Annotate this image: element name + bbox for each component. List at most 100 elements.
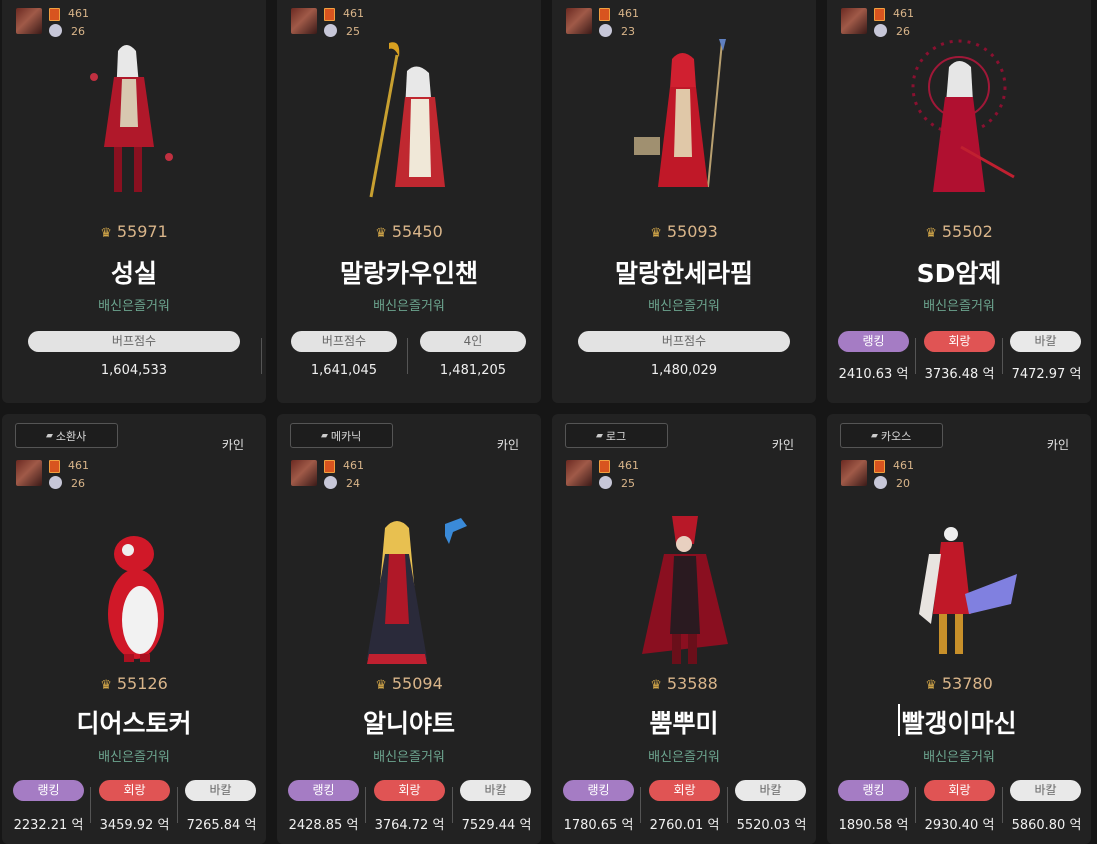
fame-score: ♛ 53588 <box>650 674 718 693</box>
crown-icon: ♛ <box>375 678 387 693</box>
ranking-value: 1780.65 억 <box>563 818 634 833</box>
flag-icon: ▰ <box>596 430 603 441</box>
character-sprite <box>642 516 728 664</box>
guild-name[interactable]: 배신은즐거워 <box>2 295 266 314</box>
stat-value-1: 461 <box>618 7 639 20</box>
stat-value-2: 24 <box>346 477 360 490</box>
class-tag[interactable]: ▰ 카오스 <box>840 423 943 448</box>
buff-score-label: 버프점수 <box>291 331 397 352</box>
character-portrait <box>566 8 592 34</box>
level-icon <box>874 476 887 489</box>
character-name[interactable]: 성실 <box>2 254 266 290</box>
bakal-label: 바칼 <box>460 780 531 801</box>
divider <box>407 338 408 374</box>
character-sprite <box>369 42 445 198</box>
crown-icon: ♛ <box>650 678 662 693</box>
character-card[interactable]: ▰ 소환사 카인 461 26 ♛ 55126 디어스토커 배신은즐거워 랭킹 22… <box>2 414 266 844</box>
ranking-label: 랭킹 <box>13 780 84 801</box>
character-sprite <box>919 527 1017 654</box>
rank-emblem-icon <box>324 460 335 473</box>
character-portrait <box>16 460 42 486</box>
buff-score-value: 1,641,045 <box>310 363 378 378</box>
guild-name[interactable]: 배신은즐거워 <box>2 746 266 765</box>
character-portrait <box>841 8 867 34</box>
ranking-value: 2410.63 억 <box>838 367 909 382</box>
level-icon <box>599 24 612 37</box>
character-name[interactable]: 빨갱이마신 <box>827 704 1091 740</box>
guild-name[interactable]: 배신은즐거워 <box>277 295 541 314</box>
rank-emblem-icon <box>49 460 60 473</box>
stat-value-2: 25 <box>621 477 635 490</box>
character-card[interactable]: 461 26 ♛ 55971 성실 배신은즐거워 버프점수 1,604,533 <box>2 0 266 403</box>
party-score-label: 4인 <box>420 331 526 352</box>
bakal-value: 7529.44 억 <box>461 818 532 833</box>
fame-score: ♛ 55971 <box>100 222 168 241</box>
server-name: 카인 <box>496 438 519 452</box>
guild-name[interactable]: 배신은즐거워 <box>827 295 1091 314</box>
stat-value-1: 461 <box>893 459 914 472</box>
guild-name[interactable]: 배신은즐거워 <box>552 295 816 314</box>
stat-block: 461 23 <box>566 7 676 40</box>
server-name: 카인 <box>1046 438 1069 452</box>
flag-icon: ▰ <box>871 430 878 441</box>
character-name[interactable]: 뿜뿌미 <box>552 704 816 740</box>
crown-icon: ♛ <box>375 226 387 241</box>
character-card[interactable]: 461 26 ♛ 55502 SD암제 배신은즐거워 랭킹 2410.63 억 회… <box>827 0 1091 403</box>
bakal-label: 바칼 <box>185 780 256 801</box>
party-score-value: 1,481,205 <box>439 363 507 378</box>
class-tag[interactable]: ▰ 소환사 <box>15 423 118 448</box>
buff-score-label: 버프점수 <box>578 331 790 352</box>
corridor-value: 3736.48 억 <box>924 367 995 382</box>
character-name[interactable]: 말랑카우인챈 <box>277 254 541 290</box>
ranking-label: 랭킹 <box>288 780 359 801</box>
guild-name[interactable]: 배신은즐거워 <box>827 746 1091 765</box>
bakal-label: 바칼 <box>735 780 806 801</box>
flag-icon: ▰ <box>321 430 328 441</box>
ranking-label: 랭킹 <box>563 780 634 801</box>
ranking-label: 랭킹 <box>838 331 909 352</box>
character-card[interactable]: ▰ 로그 카인 461 25 ♛ 53588 뿜뿌미 배신은즐거워 랭킹 1780.… <box>552 414 816 844</box>
character-name[interactable]: 디어스토커 <box>2 704 266 740</box>
crown-icon: ♛ <box>925 226 937 241</box>
corridor-label: 회랑 <box>99 780 170 801</box>
stat-block: 461 26 <box>16 7 126 40</box>
character-card[interactable]: 461 25 ♛ 55450 말랑카우인챈 배신은즐거워 버프점수 1,641,0… <box>277 0 541 403</box>
guild-name[interactable]: 배신은즐거워 <box>277 746 541 765</box>
stat-value-1: 461 <box>618 459 639 472</box>
rank-emblem-icon <box>599 460 610 473</box>
stat-value-1: 461 <box>68 7 89 20</box>
ranking-value: 2232.21 억 <box>13 818 84 833</box>
buff-score-label: 버프점수 <box>28 331 240 352</box>
character-name[interactable]: 말랑한세라핌 <box>552 254 816 290</box>
crown-icon: ♛ <box>650 226 662 241</box>
character-portrait <box>566 460 592 486</box>
guild-name[interactable]: 배신은즐거워 <box>552 746 816 765</box>
corridor-value: 3764.72 억 <box>374 818 445 833</box>
bakal-value: 5520.03 억 <box>736 818 807 833</box>
server-name: 카인 <box>221 438 244 452</box>
corridor-label: 회랑 <box>924 780 995 801</box>
stat-value-1: 461 <box>68 459 89 472</box>
stat-value-2: 20 <box>896 477 910 490</box>
stat-value-2: 26 <box>71 477 85 490</box>
class-tag[interactable]: ▰ 메카닉 <box>290 423 393 448</box>
rank-emblem-icon <box>324 8 335 21</box>
character-name[interactable]: 알니야트 <box>277 704 541 740</box>
class-tag[interactable]: ▰ 로그 <box>565 423 668 448</box>
bakal-value: 7472.97 억 <box>1011 367 1082 382</box>
corridor-value: 3459.92 억 <box>99 818 170 833</box>
bakal-value: 5860.80 억 <box>1011 818 1082 833</box>
level-icon <box>49 476 62 489</box>
fame-score: ♛ 55502 <box>925 222 993 241</box>
character-name[interactable]: SD암제 <box>827 254 1091 290</box>
fame-score: ♛ 55094 <box>375 674 443 693</box>
character-card[interactable]: ▰ 카오스 카인 461 20 ♛ 53780 빨갱이마신 배신은즐거워 랭킹 18… <box>827 414 1091 844</box>
character-sprite <box>90 45 173 192</box>
stat-block: 461 26 <box>16 459 126 492</box>
character-card[interactable]: ▰ 메카닉 카인 461 24 ♛ 55094 알니야트 배신은즐거워 랭킹 242… <box>277 414 541 844</box>
stat-block: 461 26 <box>841 7 951 40</box>
character-card[interactable]: 461 23 ♛ 55093 말랑한세라핌 배신은즐거워 버프점수 1,480,0… <box>552 0 816 403</box>
character-portrait <box>841 460 867 486</box>
stat-block: 461 20 <box>841 459 951 492</box>
corridor-label: 회랑 <box>649 780 720 801</box>
